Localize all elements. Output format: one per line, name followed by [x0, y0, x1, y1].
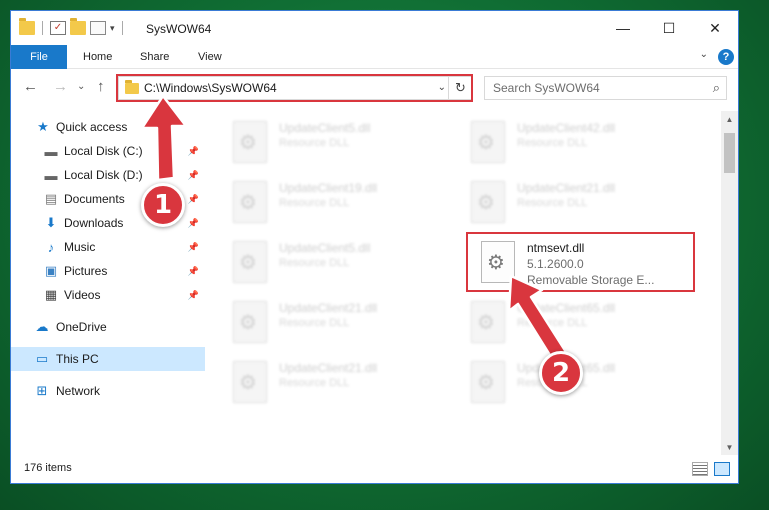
drive-icon: ▬ [44, 167, 58, 183]
sidebar-item-pictures[interactable]: ▣ Pictures 📌 [11, 259, 205, 283]
window-title: SysWOW64 [146, 22, 212, 36]
forward-arrow-icon[interactable]: → [53, 78, 68, 95]
sidebar-item-videos[interactable]: ▦ Videos 📌 [11, 283, 205, 307]
pin-icon[interactable]: 📌 [188, 194, 199, 205]
pin-icon[interactable]: 📌 [188, 242, 199, 253]
tab-file[interactable]: File [11, 45, 67, 69]
tab-home[interactable]: Home [83, 45, 112, 69]
folder-icon [19, 18, 35, 35]
navigation-pane: ★ Quick access ▬ Local Disk (C:) 📌 ▬ Loc… [11, 111, 205, 456]
dll-file-icon [233, 301, 267, 343]
dll-file-icon [471, 121, 505, 163]
recent-locations-icon[interactable]: ⌄ [77, 81, 85, 92]
music-icon: ♪ [47, 239, 55, 255]
minimize-button[interactable]: — [600, 11, 646, 45]
chevron-down-icon[interactable]: ⌄ [438, 82, 446, 93]
quick-access-toolbar: ✓ ▾ [19, 18, 126, 35]
pin-icon[interactable]: 📌 [188, 290, 199, 301]
search-input[interactable]: Search SysWOW64 [493, 81, 600, 95]
documents-icon: ▤ [44, 191, 58, 206]
sidebar-item-onedrive[interactable]: ☁ OneDrive [11, 315, 205, 339]
dll-file-icon [471, 361, 505, 403]
file-tile[interactable]: UpdateClient21.dll Resource DLL [447, 175, 657, 227]
drive-icon: ▬ [44, 143, 58, 159]
computer-icon: ▭ [35, 351, 49, 366]
explorer-window: ✓ ▾ SysWOW64 — ☐ ✕ File Home Share View … [10, 10, 739, 484]
file-tile[interactable]: UpdateClient19.dll Resource DLL [209, 175, 419, 227]
up-arrow-icon[interactable]: ↑ [97, 78, 105, 95]
sidebar-item-quick-access[interactable]: ★ Quick access [11, 115, 205, 139]
large-icons-view-icon[interactable] [714, 462, 730, 476]
dll-file-icon [471, 181, 505, 223]
status-bar: 176 items [11, 455, 738, 483]
file-tile[interactable]: UpdateClient42.dll Resource DLL [447, 115, 657, 167]
dll-file-icon [471, 301, 505, 343]
address-bar[interactable]: C:\Windows\SysWOW64 ⌄ ↻ [118, 76, 473, 100]
vertical-scrollbar[interactable]: ▲ ▼ [721, 111, 738, 456]
sidebar-item-this-pc[interactable]: ▭ This PC [11, 347, 205, 371]
maximize-button[interactable]: ☐ [646, 11, 692, 45]
window-controls: — ☐ ✕ [600, 11, 738, 45]
dll-file-icon [233, 181, 267, 223]
search-box[interactable]: Search SysWOW64 ⌕ [484, 76, 727, 100]
dll-file-icon [233, 361, 267, 403]
file-tile[interactable]: UpdateClient5.dll Resource DLL [209, 235, 419, 287]
dll-file-icon [233, 121, 267, 163]
tab-share[interactable]: Share [140, 45, 169, 69]
properties-check-icon[interactable]: ✓ [50, 21, 66, 35]
details-view-icon[interactable] [692, 462, 708, 476]
help-button[interactable]: ? [718, 49, 734, 65]
ribbon: File Home Share View ⌄ ? [11, 45, 738, 69]
file-tile[interactable]: UpdateClient21.dll Resource DLL [209, 295, 419, 347]
title-bar: ✓ ▾ SysWOW64 — ☐ ✕ [11, 11, 738, 45]
download-icon: ⬇ [45, 215, 57, 230]
dll-file-icon [233, 241, 267, 283]
folder-icon [125, 80, 139, 94]
pin-icon[interactable]: 📌 [188, 170, 199, 181]
network-icon: ⊞ [36, 383, 48, 398]
file-list: UpdateClient5.dll Resource DLL UpdateCli… [209, 111, 722, 456]
videos-icon: ▦ [44, 287, 58, 302]
chevron-down-icon[interactable]: ▾ [110, 23, 115, 34]
address-text[interactable]: C:\Windows\SysWOW64 [144, 81, 277, 95]
refresh-icon[interactable]: ↻ [448, 77, 472, 99]
file-tile[interactable]: UpdateClient21.dll Resource DLL [209, 355, 419, 407]
file-tile[interactable]: UpdateClient65.dll Resource DLL [447, 295, 657, 347]
scrollbar-thumb[interactable] [724, 133, 735, 173]
cloud-icon: ☁ [35, 319, 49, 334]
new-folder-icon[interactable] [70, 18, 86, 35]
customize-icon[interactable] [90, 21, 106, 35]
item-count: 176 items [24, 462, 72, 474]
sidebar-item-local-disk-c[interactable]: ▬ Local Disk (C:) 📌 [11, 139, 205, 163]
star-icon: ★ [37, 119, 49, 134]
back-arrow-icon[interactable]: ← [23, 78, 38, 95]
file-tile-ntmsevt[interactable]: ntmsevt.dll 5.1.2600.0 Removable Storage… [457, 235, 667, 287]
sidebar-item-music[interactable]: ♪ Music 📌 [11, 235, 205, 259]
expand-ribbon-icon[interactable]: ⌄ [700, 49, 708, 60]
pin-icon[interactable]: 📌 [188, 266, 199, 277]
close-button[interactable]: ✕ [692, 11, 738, 45]
pin-icon[interactable]: 📌 [188, 146, 199, 157]
scroll-down-icon[interactable]: ▼ [721, 439, 738, 456]
sidebar-item-local-disk-d[interactable]: ▬ Local Disk (D:) 📌 [11, 163, 205, 187]
step-1-badge: 1 [141, 183, 185, 227]
file-tile[interactable]: UpdateClient5.dll Resource DLL [209, 115, 419, 167]
scroll-up-icon[interactable]: ▲ [721, 111, 738, 128]
dll-file-icon [481, 241, 515, 283]
sidebar-item-network[interactable]: ⊞ Network [11, 379, 205, 403]
search-icon[interactable]: ⌕ [713, 80, 720, 96]
tab-view[interactable]: View [198, 45, 222, 69]
navigation-bar: ← → ⌄ ↑ C:\Windows\SysWOW64 ⌄ ↻ Search S… [11, 69, 738, 105]
pin-icon[interactable]: 📌 [188, 218, 199, 229]
step-2-badge: 2 [539, 351, 583, 395]
pictures-icon: ▣ [44, 263, 58, 278]
